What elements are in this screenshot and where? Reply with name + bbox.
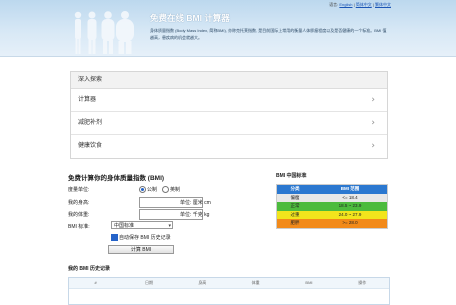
- unit-metric-label: 公制: [147, 187, 158, 193]
- standard-row-underweight: 偏瘦 <= 18.4: [277, 193, 387, 202]
- standard-select[interactable]: 中国标准 ▾: [111, 221, 173, 229]
- standard-row-normal: 正常 18.5 ~ 23.9: [277, 202, 387, 211]
- save-history-checkbox[interactable]: [111, 234, 118, 241]
- unit-imperial-radio[interactable]: [162, 186, 169, 193]
- page-header: 语言: English | 简体中文 | 繁体中文 免费在线 BMI 计算器 身…: [0, 0, 456, 57]
- row-category: 过重: [290, 211, 300, 217]
- page-description: 身体质量指数 (Body Mass Index, 简称BMI), 亦称克托莱指数…: [150, 28, 387, 40]
- unit-metric-radio[interactable]: [139, 186, 146, 193]
- weight-unit: 单位: 千克 kg: [180, 212, 210, 218]
- chevron-down-icon: ▾: [168, 223, 171, 229]
- language-simplified-link[interactable]: 简体中文: [356, 2, 372, 7]
- unit-imperial-label: 英制: [170, 187, 181, 193]
- explore-item-label: 计算器: [78, 97, 97, 103]
- standard-table-title: BMI 中国标准: [276, 173, 307, 179]
- calculate-bmi-button[interactable]: 计算 BMI: [108, 245, 174, 254]
- body-silhouettes-logo: [74, 11, 134, 54]
- language-english-link[interactable]: English: [339, 2, 352, 7]
- history-col-action: 操作: [358, 280, 367, 285]
- row-category: 偏瘦: [290, 194, 300, 200]
- history-title: 我的 BMI 历史记录: [68, 266, 110, 272]
- chevron-right-icon: ›: [371, 95, 375, 105]
- history-col-weight: 体重: [251, 280, 260, 285]
- explore-item-supplements[interactable]: 减肥补剂 ›: [71, 112, 387, 135]
- language-switcher: 语言: English | 简体中文 | 繁体中文: [329, 2, 391, 7]
- history-col-date: 日期: [144, 280, 153, 285]
- row-category: 正常: [290, 203, 300, 208]
- history-col-bmi: BMI: [305, 280, 313, 285]
- chevron-right-icon: ›: [371, 118, 375, 128]
- language-prefix: 语言:: [329, 2, 339, 7]
- chevron-right-icon: ›: [371, 141, 375, 151]
- row-range: 24.0 ~ 27.9: [338, 211, 362, 217]
- history-header-row: # 日期 身高 体重 BMI 操作: [69, 278, 389, 289]
- standard-header-row: 分类 BMI 范围: [277, 185, 387, 194]
- explore-item-label: 减肥补剂: [78, 120, 103, 126]
- calculator-title: 免费计算你的身体质量指数 (BMI): [68, 175, 165, 182]
- history-col-index: #: [94, 280, 97, 285]
- explore-item-diet[interactable]: 健康饮食 ›: [71, 135, 387, 157]
- explore-item-label: 健康饮食: [78, 143, 103, 149]
- explore-title: 深入探索: [71, 72, 387, 89]
- standard-label: BMI 标准:: [68, 224, 90, 230]
- standard-row-obese: 肥胖 >= 28.0: [277, 219, 387, 228]
- unit-label: 度量单位:: [68, 187, 90, 193]
- weight-label: 我的体重:: [68, 212, 90, 218]
- header-category: 分类: [290, 186, 300, 191]
- history-col-height: 身高: [198, 280, 207, 285]
- header-range: BMI 范围: [340, 186, 360, 191]
- explore-item-calculator[interactable]: 计算器 ›: [71, 89, 387, 112]
- history-table: # 日期 身高 体重 BMI 操作: [68, 277, 390, 305]
- explore-panel: 深入探索 计算器 › 减肥补剂 › 健康饮食 ›: [70, 71, 388, 159]
- language-traditional-link[interactable]: 繁体中文: [375, 2, 391, 7]
- page-title: 免费在线 BMI 计算器: [150, 13, 230, 23]
- height-unit: 单位: 厘米 cm: [180, 200, 211, 206]
- bmi-standard-table: 分类 BMI 范围 偏瘦 <= 18.4 正常 18.5 ~ 23.9 过重 2…: [276, 184, 388, 229]
- row-category: 肥胖: [290, 220, 300, 225]
- standard-row-overweight: 过重 24.0 ~ 27.9: [277, 210, 387, 219]
- save-history-label: 自动保存 BMI 历史记录: [119, 235, 171, 241]
- row-range: 18.5 ~ 23.9: [338, 203, 362, 208]
- standard-select-value: 中国标准: [114, 223, 135, 229]
- row-range: <= 18.4: [342, 194, 358, 200]
- height-label: 我的身高:: [68, 200, 90, 206]
- row-range: >= 28.0: [342, 220, 358, 225]
